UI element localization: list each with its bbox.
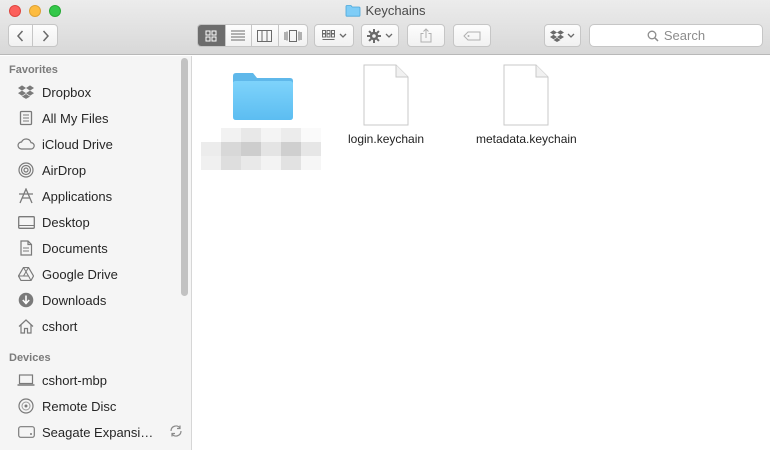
google-drive-icon (17, 265, 35, 283)
arrange-button[interactable] (314, 24, 354, 47)
file-item[interactable]: login.keychain (348, 64, 424, 146)
sidebar-item-label: Downloads (42, 292, 107, 308)
sidebar-item-label: cshort-mbp (42, 372, 108, 388)
action-button[interactable] (361, 24, 399, 47)
list-view-button[interactable] (226, 25, 253, 46)
obscured-folder-name (201, 128, 321, 170)
airdrop-icon (17, 161, 35, 179)
chevron-down-icon (339, 33, 346, 38)
document-icon (363, 64, 409, 126)
folder-icon (345, 5, 360, 17)
share-button[interactable] (407, 24, 445, 47)
sidebar-item-label: All My Files (42, 110, 109, 126)
sidebar-item-label: Remote Disc (42, 398, 117, 414)
sidebar-item-label: cshort (42, 318, 78, 334)
sidebar-item-airdrop[interactable]: AirDrop (0, 157, 180, 183)
cover-flow-view-button[interactable] (279, 25, 307, 46)
sidebar-item-downloads[interactable]: Downloads (0, 287, 180, 313)
disc-icon (17, 397, 35, 415)
list-view-icon (231, 30, 246, 41)
column-view-icon (257, 29, 273, 42)
chevron-down-icon (567, 33, 575, 38)
favorites-heading: Favorites (9, 64, 58, 76)
cover-flow-view-icon (284, 29, 302, 42)
desktop-icon (17, 213, 35, 231)
home-icon (17, 317, 35, 335)
icon-view-icon (205, 30, 217, 41)
column-view-button[interactable] (252, 25, 279, 46)
sidebar-item-label: Google Drive (42, 266, 118, 282)
window-title-text: Keychains (365, 3, 426, 18)
drive-icon (17, 423, 35, 441)
navigation-buttons (8, 24, 58, 47)
sidebar-item-remote-disc[interactable]: Remote Disc (0, 393, 180, 419)
downloads-icon (17, 291, 35, 309)
file-name: metadata.keychain (476, 132, 577, 146)
sidebar-item-icloud-drive[interactable]: iCloud Drive (0, 131, 180, 157)
all-files-icon (17, 109, 35, 127)
search-placeholder: Search (663, 28, 706, 43)
file-browser-content: login.keychain metadata.keychain (193, 56, 770, 450)
dropbox-icon (550, 29, 564, 42)
tag-button[interactable] (453, 24, 491, 47)
sidebar-item-cshort-mbp[interactable]: cshort-mbp (0, 367, 180, 393)
sidebar-item-label: AirDrop (42, 162, 87, 178)
sidebar-item-google-drive[interactable]: Google Drive (0, 261, 180, 287)
back-button[interactable] (9, 25, 34, 46)
sidebar-item-label: Documents (42, 240, 108, 256)
search-field[interactable]: Search (589, 24, 763, 47)
folder-icon (233, 73, 293, 120)
sidebar-item-label: Seagate Expansi… (42, 424, 154, 440)
sidebar: Favorites Dropbox All My Files iCloud Dr… (0, 56, 192, 450)
cloud-icon (17, 135, 35, 153)
sidebar-item-label: Desktop (42, 214, 90, 230)
laptop-icon (17, 371, 35, 389)
sidebar-item-label: Dropbox (42, 84, 92, 100)
chevron-right-icon (42, 29, 49, 42)
icon-view-button[interactable] (198, 25, 226, 46)
toolbar: Keychains Search (0, 0, 770, 55)
chevron-down-icon (385, 33, 393, 38)
document-icon (503, 64, 549, 126)
documents-icon (17, 239, 35, 257)
dropbox-icon (17, 83, 35, 101)
sidebar-item-label: iCloud Drive (42, 136, 113, 152)
devices-heading: Devices (9, 352, 51, 364)
sidebar-item-documents[interactable]: Documents (0, 235, 180, 261)
forward-button[interactable] (33, 25, 57, 46)
folder-item[interactable] (231, 70, 295, 122)
file-item[interactable]: metadata.keychain (476, 64, 577, 146)
window-title: Keychains (0, 3, 770, 18)
tag-icon (463, 31, 481, 40)
dropbox-button[interactable] (544, 24, 581, 47)
sidebar-item-seagate-expansion[interactable]: Seagate Expansi… (0, 419, 183, 445)
sidebar-item-dropbox[interactable]: Dropbox (0, 79, 180, 105)
view-mode-control (197, 24, 308, 47)
sidebar-item-cshort[interactable]: cshort (0, 313, 180, 339)
sidebar-scrollbar[interactable] (181, 58, 188, 296)
applications-icon (17, 187, 35, 205)
arrange-grid-icon (321, 30, 335, 40)
search-icon (647, 30, 659, 42)
gear-icon (367, 28, 381, 43)
share-icon (420, 28, 432, 43)
file-name: login.keychain (348, 132, 425, 146)
sidebar-item-desktop[interactable]: Desktop (0, 209, 180, 235)
chevron-left-icon (16, 29, 24, 42)
sidebar-item-applications[interactable]: Applications (0, 183, 180, 209)
sidebar-item-all-my-files[interactable]: All My Files (0, 105, 180, 131)
sidebar-item-label: Applications (42, 188, 113, 204)
loading-spinner-icon (169, 424, 183, 441)
